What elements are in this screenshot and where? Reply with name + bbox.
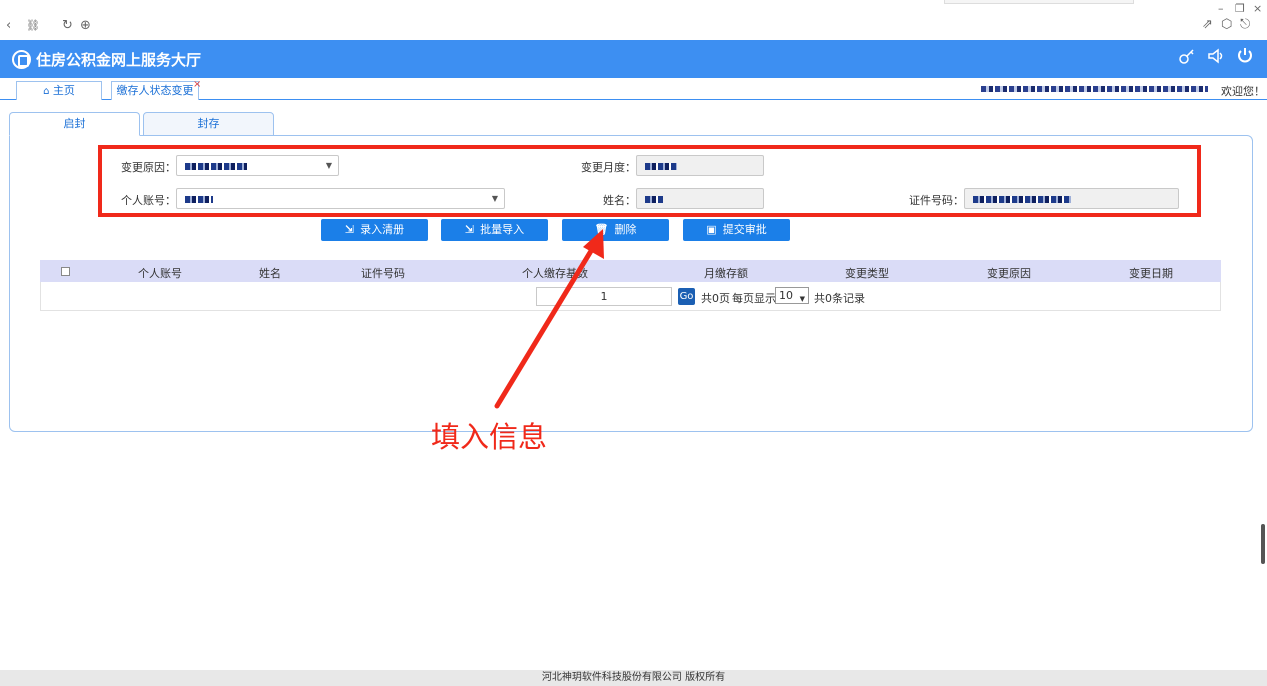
user-info-redacted <box>981 86 1208 92</box>
home-icon: ⌂ <box>43 86 50 97</box>
select-all-checkbox[interactable] <box>61 267 70 276</box>
refresh-icon[interactable]: ↻ <box>62 19 73 33</box>
page-size-value: 10 <box>779 289 793 302</box>
enter-list-button[interactable]: ⇲ 录入清册 <box>321 219 428 241</box>
footer: 河北神玥软件科技股份有限公司 版权所有 <box>0 670 1267 686</box>
column-header: 证件号码 <box>361 267 405 280</box>
tab-seal-label: 封存 <box>197 117 220 130</box>
total-records-text: 共0条记录 <box>814 292 865 305</box>
close-window-icon[interactable]: × <box>1253 2 1262 16</box>
key-icon[interactable] <box>1178 47 1196 65</box>
total-pages-text: 共0页 <box>701 292 730 305</box>
tab-home[interactable]: ⌂ 主页 <box>16 81 102 100</box>
submit-approval-label: 提交审批 <box>722 223 767 236</box>
app-title: 住房公积金网上服务大厅 <box>36 51 202 69</box>
tab-status-change-label: 缴存人状态变更 <box>116 84 194 97</box>
copyright-text: 河北神玥软件科技股份有限公司 版权所有 <box>541 672 726 683</box>
delete-label: 删除 <box>614 223 637 236</box>
scrollbar-thumb[interactable] <box>1261 524 1265 564</box>
per-page-label: 每页显示 <box>732 292 776 305</box>
table-header <box>40 260 1221 282</box>
column-header: 变更类型 <box>845 267 889 280</box>
tab-unseal-label: 启封 <box>63 117 86 130</box>
batch-import-button[interactable]: ⇲ 批量导入 <box>441 219 548 241</box>
delete-button[interactable]: 🗑 删除 <box>562 219 669 241</box>
column-header: 个人账号 <box>138 267 182 280</box>
column-header: 变更日期 <box>1129 267 1173 280</box>
tab-home-label: 主页 <box>52 84 75 97</box>
globe-icon[interactable]: ⊕ <box>80 19 91 33</box>
trash-icon: 🗑 <box>594 223 609 236</box>
batch-import-label: 批量导入 <box>480 223 525 236</box>
highlight-box <box>98 145 1201 217</box>
extension-icon[interactable]: ⬡ <box>1221 18 1232 32</box>
power-icon[interactable] <box>1236 46 1254 64</box>
restore-icon[interactable]: ❐ <box>1235 2 1245 16</box>
dropdown-caret-icon: ▼ <box>799 295 805 303</box>
tab-seal[interactable]: 封存 <box>143 112 274 136</box>
submit-approval-button[interactable]: ▣ 提交审批 <box>683 219 790 241</box>
enter-icon: ⇲ <box>344 223 355 236</box>
tab-unseal[interactable]: 启封 <box>9 112 140 136</box>
welcome-text: 欢迎您！ <box>1221 85 1265 98</box>
browser-toolbar: ‹ ⛓ ↻ ⊕ – ❐ × ⇗ ⬡ ⎋ <box>0 0 1267 40</box>
link-icon[interactable]: ⛓ <box>26 19 40 33</box>
page-size-select[interactable]: 10 ▼ <box>775 287 809 304</box>
share-icon[interactable]: ⇗ <box>1202 18 1213 32</box>
column-header: 月缴存额 <box>704 267 748 280</box>
column-header: 姓名 <box>259 267 281 280</box>
column-header: 个人缴存基数 <box>522 267 588 280</box>
speaker-icon[interactable] <box>1207 47 1225 65</box>
exit-icon[interactable]: ⎋ <box>1240 18 1250 32</box>
enter-list-label: 录入清册 <box>360 223 405 236</box>
back-icon[interactable]: ‹ <box>6 19 11 33</box>
import-icon: ⇲ <box>464 223 475 236</box>
popup-edge <box>944 0 1134 4</box>
save-icon: ▣ <box>706 223 717 236</box>
housing-fund-logo-icon <box>12 50 31 69</box>
minimize-icon[interactable]: – <box>1218 2 1224 16</box>
go-button[interactable]: Go <box>678 288 695 305</box>
column-header: 变更原因 <box>987 267 1031 280</box>
tab-status-change[interactable]: 缴存人状态变更 <box>111 81 199 100</box>
page-number-input[interactable]: 1 <box>536 287 672 306</box>
tab-close-icon[interactable]: × <box>193 79 201 90</box>
annotation-text: 填入信息 <box>431 420 548 454</box>
